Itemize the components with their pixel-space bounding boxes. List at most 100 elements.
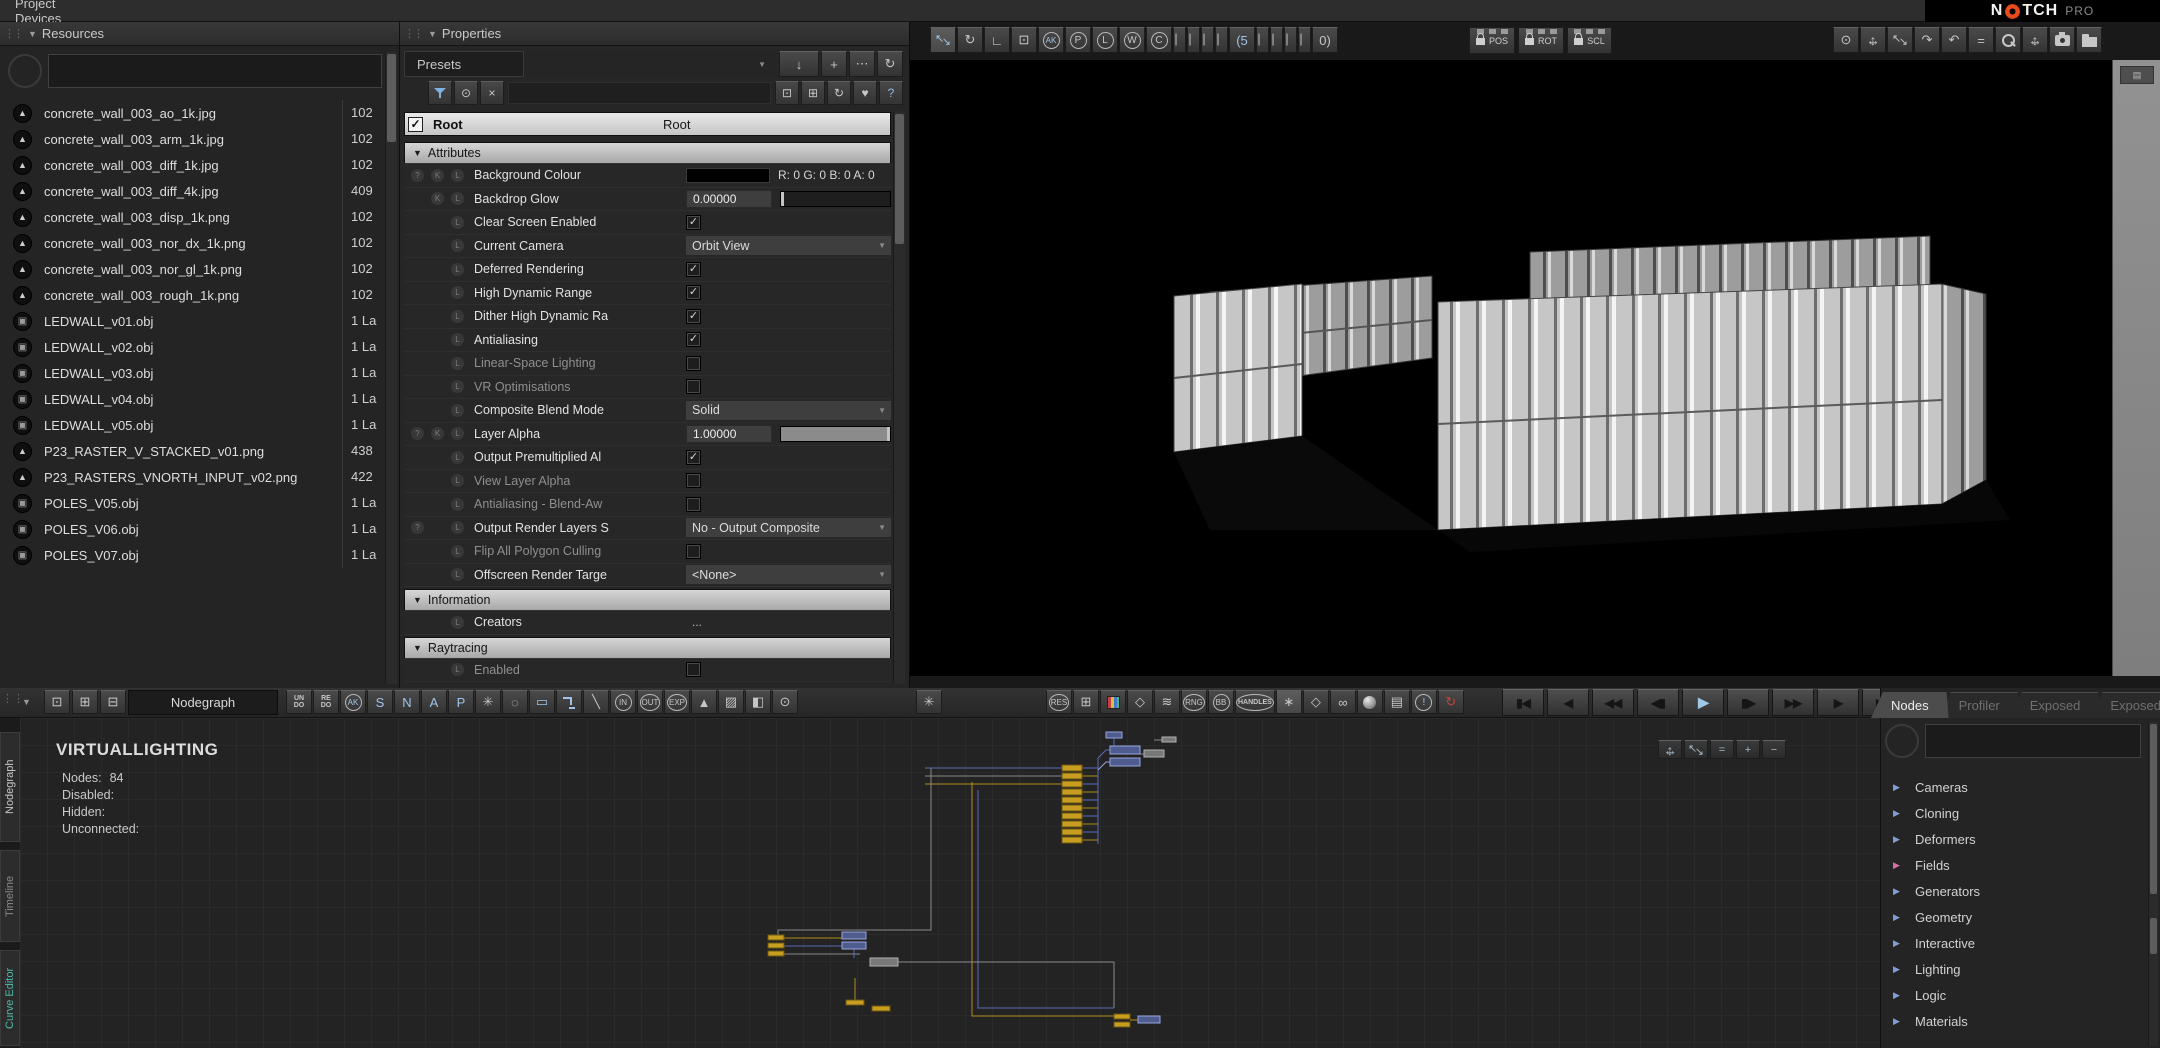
resources-scrollbar[interactable] bbox=[385, 52, 397, 684]
tick-a4-button[interactable]: ▏ bbox=[1215, 27, 1228, 53]
resource-row[interactable]: ▣LEDWALL_v03.obj1 La bbox=[0, 360, 384, 386]
resource-row[interactable]: ▲concrete_wall_003_disp_1k.png102 bbox=[0, 204, 384, 230]
expand-arrow-icon[interactable]: ▶ bbox=[1893, 834, 1907, 845]
section-header[interactable]: ▼Information bbox=[404, 589, 891, 611]
root-enabled-checkbox[interactable]: ✓ bbox=[408, 117, 423, 132]
res-overlay-button[interactable]: RES bbox=[1046, 690, 1072, 714]
move-view-button[interactable] bbox=[2022, 27, 2048, 53]
float-window-button[interactable]: ⊡ bbox=[44, 690, 70, 714]
dropdown[interactable]: <None>▼ bbox=[686, 565, 891, 584]
nodes-search-input[interactable] bbox=[1925, 724, 2141, 758]
dropdown[interactable]: Solid▼ bbox=[686, 401, 891, 420]
layers-overlay-button[interactable]: ≋ bbox=[1154, 690, 1180, 714]
scrollbar-thumb[interactable] bbox=[2150, 918, 2157, 954]
section-header[interactable]: ▼Attributes bbox=[404, 142, 891, 164]
presets-dropdown[interactable]: ▼ bbox=[524, 51, 779, 77]
lock-position-button[interactable]: POS bbox=[1469, 27, 1515, 54]
orbit-cw-button[interactable]: ↷ bbox=[1914, 27, 1940, 53]
panel-overlay-button[interactable]: ▤ bbox=[1384, 690, 1410, 714]
checkbox[interactable] bbox=[686, 544, 701, 559]
scale-tool-button[interactable]: ∟ bbox=[984, 27, 1010, 53]
collapse-triangle-icon[interactable]: ▼ bbox=[428, 29, 437, 39]
resource-row[interactable]: ▣LEDWALL_v04.obj1 La bbox=[0, 386, 384, 412]
pan-view-button[interactable] bbox=[1860, 27, 1886, 53]
tick-a2-button[interactable]: ▏ bbox=[1187, 27, 1200, 53]
expand-arrow-icon[interactable]: ▶ bbox=[1893, 782, 1907, 793]
key-world-button[interactable]: W bbox=[1119, 27, 1145, 53]
category-logic[interactable]: ▶Logic bbox=[1881, 982, 2146, 1008]
redo-button[interactable]: REDO bbox=[313, 690, 339, 714]
checkbox[interactable] bbox=[686, 379, 701, 394]
preset-reset-button[interactable]: ↻ bbox=[877, 51, 903, 77]
prev-keyframe-button[interactable]: ◀ bbox=[1547, 689, 1589, 716]
category-lighting[interactable]: ▶Lighting bbox=[1881, 956, 2146, 982]
solo-window-button[interactable]: ⊟ bbox=[100, 690, 126, 714]
handles-overlay-button[interactable]: HANDLES bbox=[1235, 690, 1275, 714]
focus-selected-button[interactable]: ⊙ bbox=[454, 81, 478, 105]
tick-a1-button[interactable]: ▏ bbox=[1173, 27, 1186, 53]
category-materials[interactable]: ▶Materials bbox=[1881, 1008, 2146, 1034]
next-keyframe-button[interactable]: ▶ bbox=[1817, 689, 1859, 716]
filter-button[interactable] bbox=[428, 81, 452, 105]
strip-panel-icon[interactable]: ▤ bbox=[2120, 66, 2154, 84]
panel-grip-icon[interactable]: ⋮⋮ bbox=[404, 27, 422, 40]
snap-p-button[interactable]: P bbox=[448, 690, 474, 714]
camera-view-button[interactable] bbox=[2049, 27, 2075, 53]
fit-view-button[interactable] bbox=[1887, 27, 1913, 53]
resource-row[interactable]: ▲concrete_wall_003_rough_1k.png102 bbox=[0, 282, 384, 308]
resource-row[interactable]: ▣LEDWALL_v02.obj1 La bbox=[0, 334, 384, 360]
resource-row[interactable]: ▣LEDWALL_v05.obj1 La bbox=[0, 412, 384, 438]
resources-header[interactable]: ⋮⋮ ▼ Resources bbox=[0, 22, 399, 46]
paste-props-button[interactable]: ⊞ bbox=[801, 81, 825, 105]
checkbox[interactable] bbox=[686, 497, 701, 512]
lock-scale-button[interactable]: SCL bbox=[1567, 27, 1612, 54]
clear-filter-button[interactable]: × bbox=[480, 81, 504, 105]
revert-props-button[interactable]: ↻ bbox=[827, 81, 851, 105]
category-deformers[interactable]: ▶Deformers bbox=[1881, 826, 2146, 852]
resource-row[interactable]: ▣POLES_V06.obj1 La bbox=[0, 516, 384, 542]
checkbox[interactable]: ✓ bbox=[686, 215, 701, 230]
lasso-select-button[interactable]: ◌ bbox=[502, 690, 528, 714]
checkbox[interactable]: ✓ bbox=[686, 450, 701, 465]
tick-a3-button[interactable]: ▏ bbox=[1201, 27, 1214, 53]
category-geometry[interactable]: ▶Geometry bbox=[1881, 904, 2146, 930]
resource-row[interactable]: ▲concrete_wall_003_arm_1k.jpg102 bbox=[0, 126, 384, 152]
resource-row[interactable]: ▣POLES_V07.obj1 La bbox=[0, 542, 384, 568]
menu-project[interactable]: Project bbox=[0, 0, 76, 11]
lock-rotation-button[interactable]: ROT bbox=[1518, 27, 1564, 54]
show-contrast-button[interactable]: ◧ bbox=[745, 690, 771, 714]
tab-nodes[interactable]: Nodes bbox=[1871, 692, 1949, 718]
show-rings-button[interactable]: ⊙ bbox=[772, 690, 798, 714]
resource-row[interactable]: ▲P23_RASTER_V_STACKED_v01.png438 bbox=[0, 438, 384, 464]
rotate-tool-button[interactable]: ↻ bbox=[957, 27, 983, 53]
collapsed-side-strip[interactable]: ▤ bbox=[2112, 60, 2160, 676]
checkbox[interactable]: ✓ bbox=[686, 262, 701, 277]
root-node-row[interactable]: ✓ Root Root bbox=[404, 112, 891, 136]
fast-forward-button[interactable]: ▶▶ bbox=[1772, 689, 1814, 716]
side-tab-curve-editor[interactable]: Curve Editor bbox=[0, 950, 20, 1046]
auto-refresh-button[interactable]: ↻ bbox=[1438, 690, 1464, 714]
sphere-preview-button[interactable] bbox=[1357, 690, 1383, 714]
side-tab-nodegraph[interactable]: Nodegraph bbox=[0, 732, 20, 842]
category-fields[interactable]: ▶Fields bbox=[1881, 852, 2146, 878]
collapse-triangle-icon[interactable]: ▼ bbox=[22, 697, 31, 707]
resource-row[interactable]: ▲P23_RASTERS_VNORTH_INPUT_v02.png422 bbox=[0, 464, 384, 490]
auto-key-button[interactable]: AK bbox=[1038, 27, 1064, 53]
zoom-view-button[interactable] bbox=[1995, 27, 2021, 53]
show-outputs-button[interactable]: OUT bbox=[637, 690, 663, 714]
nodes-scrollbar[interactable] bbox=[2148, 722, 2158, 1046]
auto-key-graph-button[interactable]: AK bbox=[340, 690, 366, 714]
side-tab-timeline[interactable]: Timeline bbox=[0, 850, 20, 942]
key-camera-button[interactable]: C bbox=[1146, 27, 1172, 53]
key-luminance-button[interactable]: L bbox=[1092, 27, 1118, 53]
resources-search-input[interactable] bbox=[48, 54, 382, 88]
resource-row[interactable]: ▣POLES_V05.obj1 La bbox=[0, 490, 384, 516]
preset-more-button[interactable]: ⋯ bbox=[849, 51, 875, 77]
section-header[interactable]: ▼Raytracing bbox=[404, 637, 891, 659]
undo-button[interactable]: UNDO bbox=[286, 690, 312, 714]
slider-cursor[interactable] bbox=[887, 427, 890, 441]
alerts-button[interactable]: ! bbox=[1411, 690, 1437, 714]
translate-tool-button[interactable] bbox=[930, 27, 956, 53]
dropdown[interactable]: No - Output Composite▼ bbox=[686, 518, 891, 537]
tick-b1-button[interactable]: ▏ bbox=[1256, 27, 1269, 53]
